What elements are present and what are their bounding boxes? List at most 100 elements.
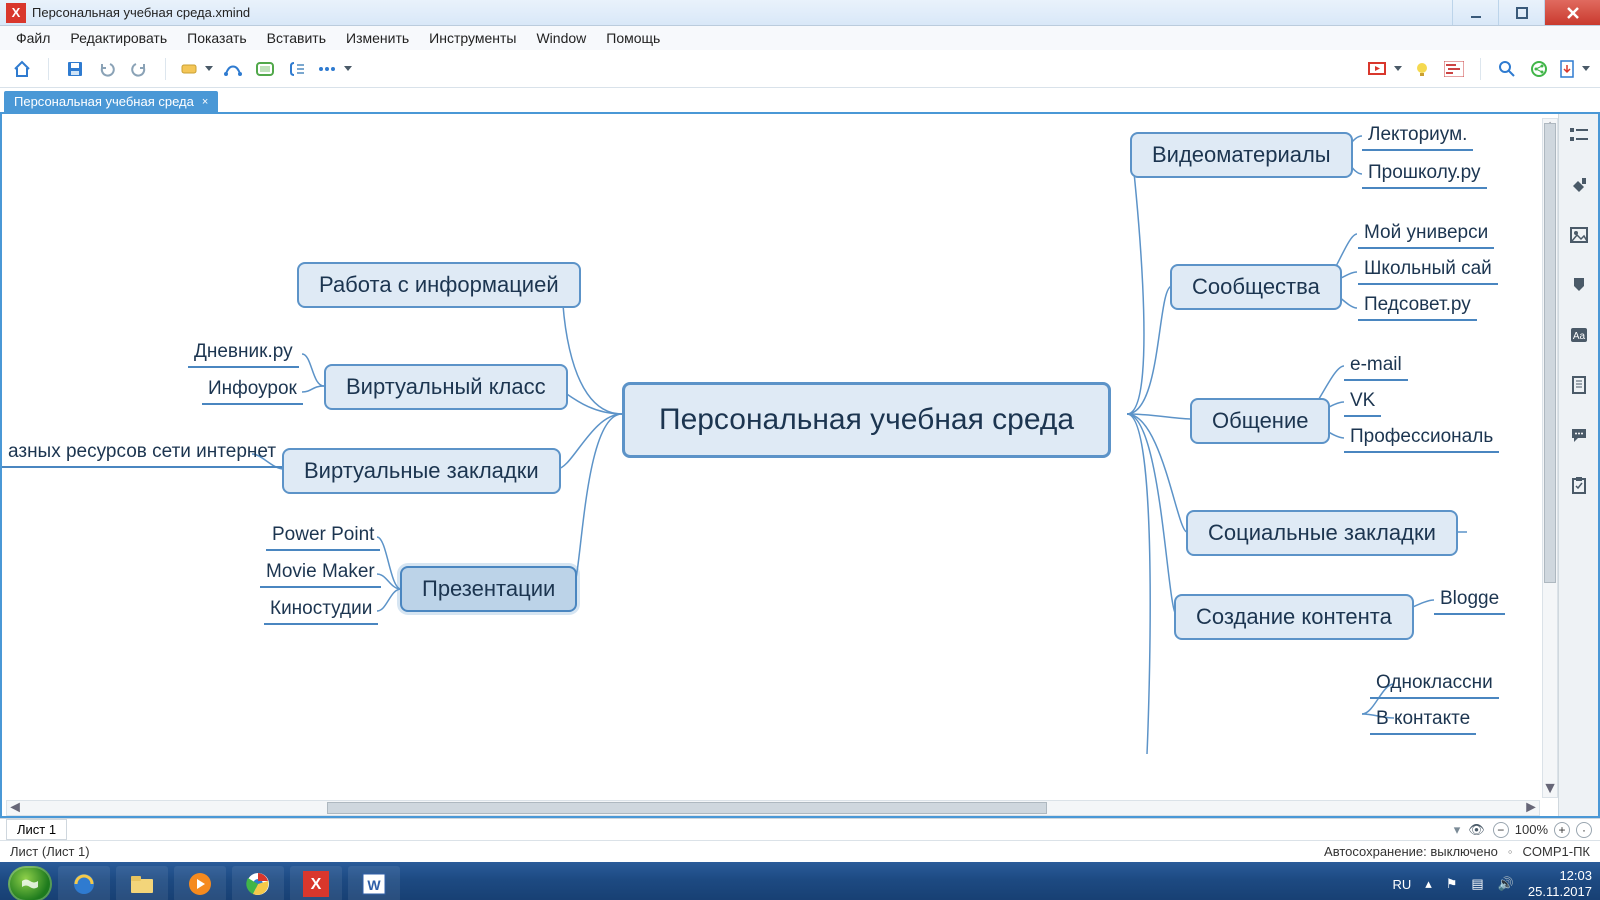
mindmap-canvas[interactable]: Персональная учебная среда Работа с инфо… [2, 114, 1558, 816]
redo-icon[interactable] [127, 57, 151, 81]
comments-icon[interactable] [1568, 424, 1590, 446]
presentation-icon[interactable] [1367, 57, 1402, 81]
tray-lang[interactable]: RU [1392, 877, 1411, 892]
status-sheet: Лист (Лист 1) [10, 844, 90, 859]
leaf-odnoklassniki[interactable]: Одноклассни [1370, 670, 1499, 699]
taskbar-word-icon[interactable]: W [348, 866, 400, 900]
sheet-tab[interactable]: Лист 1 [6, 819, 67, 840]
topic-icon[interactable] [180, 57, 213, 81]
format-icon[interactable] [1568, 174, 1590, 196]
leaf-moviemaker[interactable]: Movie Maker [260, 559, 381, 588]
topic-community[interactable]: Сообщества [1170, 264, 1342, 310]
topic-video[interactable]: Видеоматериалы [1130, 132, 1353, 178]
share-icon[interactable] [1527, 57, 1551, 81]
summary-icon[interactable] [285, 57, 309, 81]
scroll-left-icon[interactable]: ◄ [7, 801, 23, 815]
vertical-scrollbar[interactable]: ▲ ▼ [1542, 118, 1558, 798]
zoom-out-button[interactable]: − [1493, 822, 1509, 838]
home-icon[interactable] [10, 57, 34, 81]
leaf-dnevnik[interactable]: Дневник.ру [188, 339, 299, 368]
filter-icon[interactable]: ▾ [1454, 822, 1461, 838]
menu-bar: Файл Редактировать Показать Вставить Изм… [0, 26, 1600, 50]
menu-insert[interactable]: Вставить [257, 28, 336, 48]
export-icon[interactable] [1559, 57, 1590, 81]
svg-text:W: W [367, 877, 381, 893]
boundary-icon[interactable] [253, 57, 277, 81]
scroll-right-icon[interactable]: ► [1523, 801, 1539, 815]
menu-help[interactable]: Помощь [596, 28, 670, 48]
menu-window[interactable]: Window [526, 28, 596, 48]
more-icon[interactable] [317, 57, 352, 81]
leaf-vk[interactable]: VK [1344, 388, 1381, 417]
menu-show[interactable]: Показать [177, 28, 257, 48]
zoom-fit-button[interactable]: · [1576, 822, 1592, 838]
taskbar-explorer-icon[interactable] [116, 866, 168, 900]
document-tab-close-icon[interactable]: × [202, 96, 208, 108]
menu-tools[interactable]: Инструменты [419, 28, 526, 48]
idea-icon[interactable] [1410, 57, 1434, 81]
image-icon[interactable] [1568, 224, 1590, 246]
menu-file[interactable]: Файл [6, 28, 60, 48]
save-icon[interactable] [63, 57, 87, 81]
window-minimize-button[interactable] [1452, 0, 1498, 25]
leaf-lektorium[interactable]: Лекториум. [1362, 122, 1473, 151]
undo-icon[interactable] [95, 57, 119, 81]
leaf-powerpoint[interactable]: Power Point [266, 522, 380, 551]
horizontal-scrollbar[interactable]: ◄ ► [6, 800, 1540, 816]
topic-communication[interactable]: Общение [1190, 398, 1330, 444]
leaf-proshkolu[interactable]: Прошколу.ру [1362, 160, 1487, 189]
v-scroll-thumb[interactable] [1544, 123, 1556, 583]
zoom-in-button[interactable]: + [1554, 822, 1570, 838]
topic-content-creation[interactable]: Создание контента [1174, 594, 1414, 640]
leaf-pedsovet[interactable]: Педсовет.ру [1358, 292, 1477, 321]
side-panel: Aa [1558, 114, 1598, 816]
marker-icon[interactable] [1568, 274, 1590, 296]
leaf-email[interactable]: e-mail [1344, 352, 1408, 381]
workspace: Персональная учебная среда Работа с инфо… [0, 112, 1600, 818]
window-close-button[interactable] [1544, 0, 1600, 25]
document-tab[interactable]: Персональная учебная среда × [4, 91, 218, 112]
tray-network-icon[interactable]: ▤ [1471, 876, 1483, 892]
leaf-school-site[interactable]: Школьный сай [1358, 256, 1498, 285]
menu-modify[interactable]: Изменить [336, 28, 419, 48]
tray-flag-icon[interactable]: ⚑ [1446, 876, 1458, 892]
notes-icon[interactable] [1568, 374, 1590, 396]
visibility-icon[interactable]: 👁 [1468, 822, 1485, 838]
taskbar-chrome-icon[interactable] [232, 866, 284, 900]
central-topic[interactable]: Персональная учебная среда [622, 382, 1111, 458]
topic-virtual-class[interactable]: Виртуальный класс [324, 364, 568, 410]
topic-info[interactable]: Работа с информацией [297, 262, 581, 308]
start-button[interactable] [8, 866, 52, 900]
taskbar-xmind-icon[interactable]: X [290, 866, 342, 900]
topic-social-bookmarks[interactable]: Социальные закладки [1186, 510, 1458, 556]
leaf-university[interactable]: Мой универси [1358, 220, 1494, 249]
task-icon[interactable] [1568, 474, 1590, 496]
relationship-icon[interactable] [221, 57, 245, 81]
outline-icon[interactable] [1568, 124, 1590, 146]
text-style-icon[interactable]: Aa [1568, 324, 1590, 346]
leaf-resources[interactable]: азных ресурсов сети интернет [2, 439, 282, 468]
leaf-professional[interactable]: Профессиональ [1344, 424, 1499, 453]
status-host: COMP1-ПК [1523, 844, 1590, 859]
svg-text:Aa: Aa [1572, 331, 1585, 342]
taskbar-ie-icon[interactable] [58, 866, 110, 900]
document-tab-label: Персональная учебная среда [14, 94, 194, 109]
topic-presentations[interactable]: Презентации [400, 566, 577, 612]
window-maximize-button[interactable] [1498, 0, 1544, 25]
scroll-down-icon[interactable]: ▼ [1543, 781, 1557, 797]
leaf-kinostudii[interactable]: Киностудии [264, 596, 378, 625]
zoom-controls: − 100% + · [1493, 822, 1592, 838]
tray-clock[interactable]: 12:03 25.11.2017 [1528, 868, 1592, 899]
h-scroll-thumb[interactable] [327, 802, 1047, 814]
taskbar-media-icon[interactable] [174, 866, 226, 900]
tray-chevron-icon[interactable]: ▴ [1425, 876, 1432, 892]
search-icon[interactable] [1495, 57, 1519, 81]
leaf-blogger[interactable]: Blogge [1434, 586, 1505, 615]
gantt-icon[interactable] [1442, 57, 1466, 81]
tray-volume-icon[interactable]: 🔊 [1498, 876, 1514, 892]
leaf-vkontakte[interactable]: В контакте [1370, 706, 1476, 735]
topic-virtual-bookmarks[interactable]: Виртуальные закладки [282, 448, 561, 494]
sheet-footer: Лист 1 ▾ 👁 − 100% + · [0, 818, 1600, 840]
leaf-infourok[interactable]: Инфоурок [202, 376, 303, 405]
menu-edit[interactable]: Редактировать [60, 28, 177, 48]
